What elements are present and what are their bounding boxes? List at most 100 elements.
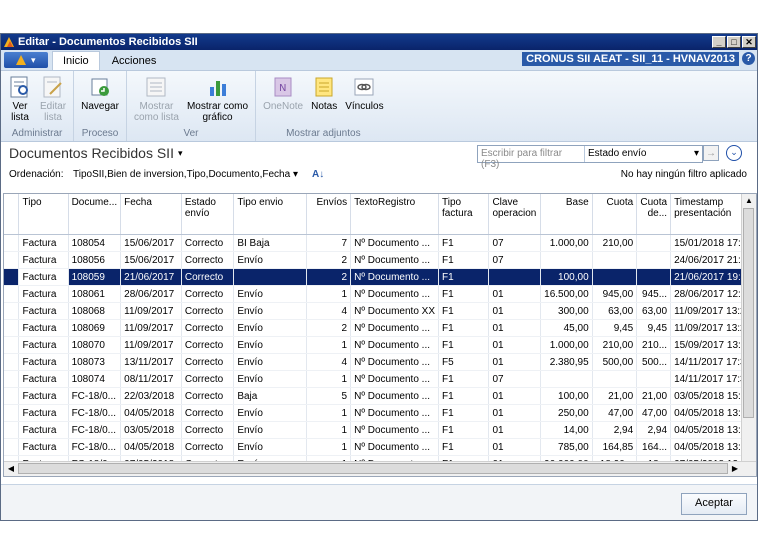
vertical-scrollbar[interactable]: ▲ — [741, 194, 756, 462]
table-cell[interactable]: 01 — [488, 285, 542, 303]
table-row[interactable]: Factura 108070 11/09/2017 Correcto Envío 1 Nº … — [4, 336, 756, 354]
table-row[interactable]: Factura 108061 28/06/2017 Correcto Envío 1 Nº … — [4, 285, 756, 303]
row-selector[interactable] — [4, 336, 20, 354]
filter-field-select[interactable]: Estado envío ▾ — [585, 146, 702, 162]
table-cell[interactable] — [592, 268, 638, 286]
table-cell[interactable]: F1 — [438, 404, 490, 422]
table-cell[interactable]: 01 — [488, 421, 542, 439]
mostrar-lista-button[interactable]: Mostrar como lista — [130, 73, 183, 128]
row-selector[interactable] — [4, 438, 20, 456]
table-cell[interactable]: 04/05/2018 — [120, 404, 182, 422]
table-cell[interactable]: Envío — [233, 353, 308, 371]
table-cell[interactable]: Nº Documento XX — [350, 302, 440, 320]
table-cell[interactable]: 07 — [488, 234, 542, 252]
table-cell[interactable]: 2 — [306, 268, 352, 286]
table-cell[interactable] — [233, 268, 308, 286]
table-cell[interactable]: Envío — [233, 319, 308, 337]
table-cell[interactable]: 11/09/2017 — [120, 336, 182, 354]
table-cell[interactable]: BI Baja — [233, 234, 308, 252]
table-cell[interactable] — [540, 251, 593, 269]
notas-button[interactable]: Notas — [307, 73, 341, 128]
table-cell[interactable] — [636, 251, 672, 269]
table-cell[interactable]: 04/05/2018 — [120, 438, 182, 456]
table-row[interactable]: Factura FC-18/0... 22/03/2018 Correcto Baja 5… — [4, 387, 756, 405]
table-cell[interactable]: F1 — [438, 387, 490, 405]
table-cell[interactable] — [592, 370, 638, 388]
table-cell[interactable]: 14,00 — [540, 421, 593, 439]
table-cell[interactable]: 210,00 — [592, 234, 638, 252]
column-header[interactable]: Cuota — [592, 194, 638, 235]
table-cell[interactable]: Envío — [233, 370, 308, 388]
table-cell[interactable]: 108056 — [68, 251, 122, 269]
table-cell[interactable]: Nº Documento ... — [350, 268, 440, 286]
page-title[interactable]: Documentos Recibidos SII — [9, 145, 174, 161]
table-cell[interactable]: F1 — [438, 268, 490, 286]
table-cell[interactable]: 01 — [488, 438, 542, 456]
table-cell[interactable]: Nº Documento ... — [350, 404, 440, 422]
row-selector[interactable] — [4, 285, 20, 303]
table-cell[interactable]: Factura — [18, 438, 69, 456]
table-cell[interactable]: 47,00 — [592, 404, 638, 422]
row-selector[interactable] — [4, 251, 20, 269]
table-cell[interactable]: Factura — [18, 268, 69, 286]
table-cell[interactable]: Envío — [233, 404, 308, 422]
column-header[interactable]: Clave operacion — [488, 194, 542, 235]
table-cell[interactable]: Envío — [233, 438, 308, 456]
table-cell[interactable]: Nº Documento ... — [350, 421, 440, 439]
table-cell[interactable]: 945,00 — [592, 285, 638, 303]
row-selector[interactable] — [4, 370, 20, 388]
table-cell[interactable]: Factura — [18, 336, 69, 354]
table-cell[interactable]: Factura — [18, 285, 69, 303]
table-cell[interactable]: 5 — [306, 387, 352, 405]
table-cell[interactable]: 45,00 — [540, 319, 593, 337]
table-cell[interactable]: Envío — [233, 421, 308, 439]
table-cell[interactable]: 108073 — [68, 353, 122, 371]
table-cell[interactable]: Correcto — [181, 251, 235, 269]
table-cell[interactable] — [488, 268, 542, 286]
table-cell[interactable]: 100,00 — [540, 387, 593, 405]
table-cell[interactable]: Nº Documento ... — [350, 336, 440, 354]
column-header[interactable]: TextoRegistro — [350, 194, 440, 235]
table-cell[interactable]: Correcto — [181, 353, 235, 371]
sort-value-select[interactable]: TipoSII,Bien de inversion,Tipo,Documento… — [73, 169, 298, 180]
maximize-button[interactable]: □ — [727, 36, 741, 48]
table-cell[interactable]: 1.000,00 — [540, 234, 593, 252]
table-cell[interactable]: 21/06/2017 — [120, 268, 182, 286]
apply-filter-button[interactable]: → — [703, 145, 719, 161]
table-cell[interactable]: Nº Documento ... — [350, 319, 440, 337]
table-row[interactable]: Factura 108054 15/06/2017 Correcto BI Baja 7 N… — [4, 234, 756, 252]
table-cell[interactable]: Envío — [233, 251, 308, 269]
row-selector[interactable] — [4, 302, 20, 320]
table-cell[interactable]: Nº Documento ... — [350, 285, 440, 303]
table-cell[interactable]: Correcto — [181, 302, 235, 320]
table-cell[interactable]: Correcto — [181, 404, 235, 422]
table-cell[interactable]: 01 — [488, 387, 542, 405]
table-cell[interactable]: FC-18/0... — [68, 421, 122, 439]
table-cell[interactable]: FC-18/0... — [68, 404, 122, 422]
table-cell[interactable]: Factura — [18, 251, 69, 269]
table-cell[interactable]: 47,00 — [636, 404, 672, 422]
table-cell[interactable]: 08/11/2017 — [120, 370, 182, 388]
filter-input[interactable]: Escribir para filtrar (F3) — [478, 146, 585, 170]
table-cell[interactable]: 01 — [488, 319, 542, 337]
aceptar-button[interactable]: Aceptar — [681, 493, 747, 515]
table-cell[interactable]: Factura — [18, 421, 69, 439]
sort-direction-icon[interactable]: A↓ — [312, 169, 324, 180]
table-cell[interactable]: Factura — [18, 234, 69, 252]
table-cell[interactable]: 01 — [488, 336, 542, 354]
table-cell[interactable]: F1 — [438, 370, 490, 388]
scroll-left-icon[interactable]: ◀ — [4, 462, 18, 476]
table-cell[interactable]: Nº Documento ... — [350, 251, 440, 269]
table-cell[interactable]: F1 — [438, 438, 490, 456]
column-header[interactable]: Tipo — [18, 194, 69, 235]
table-cell[interactable]: F1 — [438, 421, 490, 439]
table-cell[interactable]: 1.000,00 — [540, 336, 593, 354]
table-cell[interactable]: Factura — [18, 404, 69, 422]
table-cell[interactable]: 108068 — [68, 302, 122, 320]
mostrar-grafico-button[interactable]: Mostrar como gráfico — [183, 73, 252, 128]
table-cell[interactable]: F1 — [438, 234, 490, 252]
table-cell[interactable]: F1 — [438, 336, 490, 354]
table-cell[interactable]: 1 — [306, 370, 352, 388]
table-cell[interactable]: 2 — [306, 251, 352, 269]
column-header[interactable]: Tipo factura — [438, 194, 490, 235]
